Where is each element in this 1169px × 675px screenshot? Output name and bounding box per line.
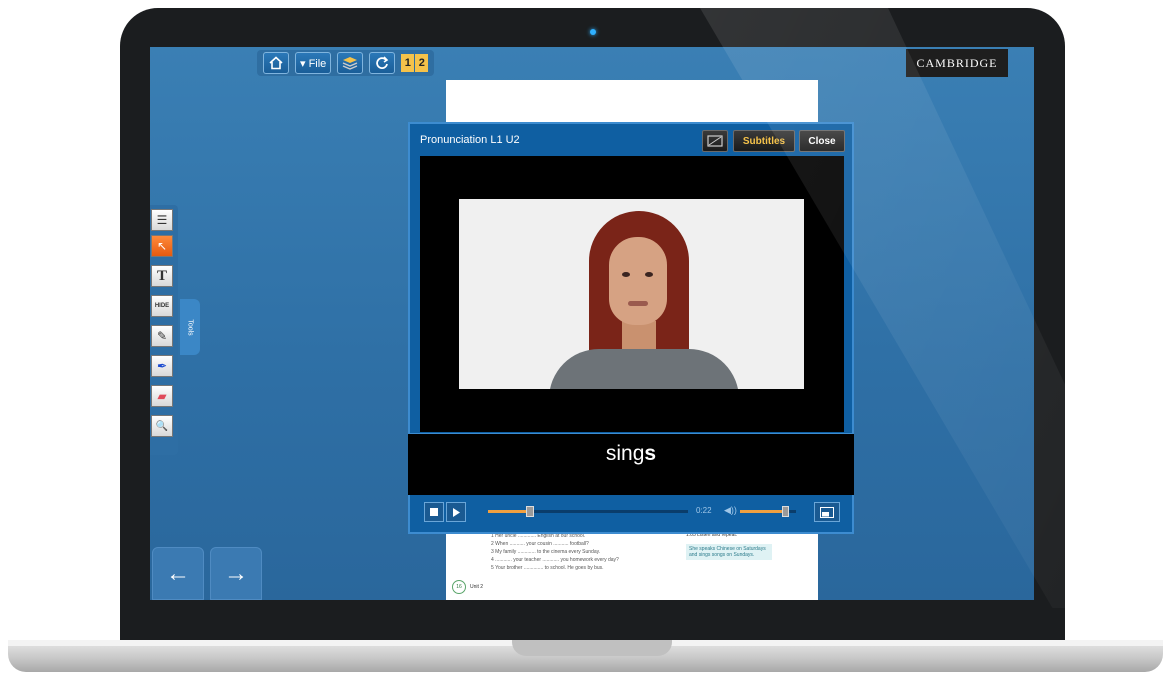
refresh-icon <box>376 56 389 69</box>
text-tool[interactable]: T <box>151 265 173 287</box>
volume-slider[interactable] <box>740 506 796 517</box>
subtitle-text-bold: s <box>644 442 657 465</box>
hide-icon: HIDE <box>154 303 170 309</box>
video-player-window: Pronunciation L1 U2 Subtitles Close sing… <box>408 122 854 534</box>
window-icon <box>820 506 834 518</box>
laptop-opening-notch <box>512 640 672 656</box>
unit-label: Unit 2 <box>470 584 484 590</box>
time-readout: 0:22 <box>696 506 712 515</box>
picture-in-picture-button[interactable] <box>814 502 840 522</box>
tools-tab[interactable]: Tools <box>180 299 200 355</box>
pointer-icon: ↖ <box>156 239 168 253</box>
tools-tab-label: Tools <box>186 318 194 336</box>
stop-button[interactable] <box>424 502 444 522</box>
arrow-right-icon: → <box>224 559 248 587</box>
text-icon: T <box>156 267 167 284</box>
app-screen: ▾ File 1 2 CAMBRIDGE 1 Her uncle .......… <box>150 47 1034 600</box>
prev-page-button[interactable]: ← <box>152 547 204 600</box>
subtitles-button[interactable]: Subtitles <box>733 130 795 152</box>
refresh-button[interactable] <box>369 52 396 74</box>
notes-icon: ☰ <box>156 213 168 227</box>
exercise-line: 4 ............ your teacher ............… <box>491 557 619 563</box>
player-controls: 0:22 ◀)) <box>420 502 846 524</box>
video-subject-neck <box>622 321 656 351</box>
home-icon <box>269 56 283 70</box>
marker-tool[interactable]: ✎ <box>151 325 173 347</box>
top-toolbar: ▾ File 1 2 <box>257 50 435 76</box>
video-title: Pronunciation L1 U2 <box>420 134 520 146</box>
seek-bar[interactable] <box>488 506 688 517</box>
seek-handle[interactable] <box>526 506 534 517</box>
example-note: She speaks Chinese on Saturdays and sing… <box>686 544 772 560</box>
hide-tool[interactable]: HIDE <box>151 295 173 317</box>
page-selector[interactable]: 1 2 <box>401 54 429 72</box>
page-footer: 16 Unit 2 <box>452 580 483 594</box>
screen-icon <box>707 135 723 147</box>
volume-handle[interactable] <box>781 506 789 517</box>
close-button[interactable]: Close <box>799 130 845 152</box>
play-icon <box>453 507 460 517</box>
play-button[interactable] <box>446 502 466 522</box>
pen-tool[interactable]: ✒ <box>151 355 173 377</box>
stop-icon <box>430 508 438 516</box>
eraser-icon: ▰ <box>157 389 167 403</box>
pen-icon: ✒ <box>156 359 168 373</box>
mouth <box>628 301 648 306</box>
book-button[interactable] <box>337 52 364 74</box>
exercise-list: 1 Her uncle ............. English at our… <box>491 532 619 572</box>
zoom-icon: 🔍 <box>155 420 169 432</box>
fullscreen-toggle-button[interactable] <box>702 130 728 152</box>
exercise-line: 3 My family ............. to the cinema … <box>491 549 601 555</box>
exercise-line: 2 When ........... your cousin .........… <box>491 541 589 547</box>
eye <box>645 272 653 277</box>
notes-tool[interactable]: ☰ <box>151 209 173 231</box>
eraser-tool[interactable]: ▰ <box>151 385 173 407</box>
video-subject-face <box>609 237 667 325</box>
arrow-left-icon: ← <box>166 559 190 587</box>
page-right-number[interactable]: 2 <box>415 54 429 72</box>
page-left-number[interactable]: 1 <box>401 54 415 72</box>
listen-section: 1.05 Listen and repeat. She speaks Chine… <box>686 532 772 560</box>
marker-icon: ✎ <box>156 329 168 343</box>
home-button[interactable] <box>263 52 289 74</box>
subtitle-bar: sings <box>408 433 854 495</box>
video-frame <box>459 199 804 389</box>
camera-icon <box>590 29 596 35</box>
volume-level <box>740 510 785 513</box>
video-subject-shirt <box>549 349 739 389</box>
seek-progress <box>488 510 530 513</box>
video-area[interactable] <box>420 156 844 432</box>
eye <box>622 272 630 277</box>
book-icon <box>343 57 358 70</box>
subtitle-text-plain: sing <box>605 442 645 465</box>
file-menu-button[interactable]: ▾ File <box>295 52 332 74</box>
cambridge-logo: CAMBRIDGE <box>906 49 1008 77</box>
pointer-tool[interactable]: ↖ <box>151 235 173 257</box>
exercise-line: 5 Your brother .............. to school.… <box>491 565 604 571</box>
tools-sidebar: ☰ ↖ T HIDE ✎ ✒ ▰ 🔍 <box>150 205 178 455</box>
zoom-tool[interactable]: 🔍 <box>151 415 173 437</box>
next-page-button[interactable]: → <box>210 547 262 600</box>
volume-icon[interactable]: ◀)) <box>724 505 737 516</box>
subtitle-text: sings <box>606 442 656 466</box>
page-number: 16 <box>452 580 466 594</box>
